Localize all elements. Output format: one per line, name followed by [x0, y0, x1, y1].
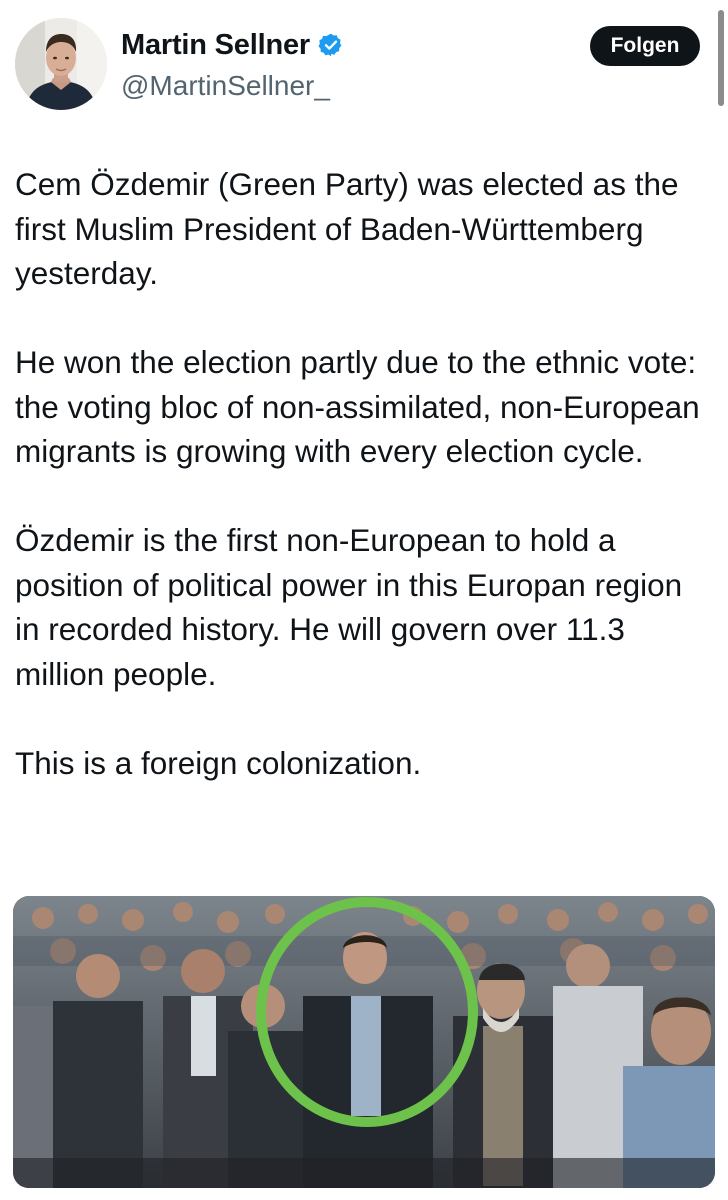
tweet-paragraph: Özdemir is the first non-European to hol…: [15, 522, 683, 692]
tweet-paragraph: Cem Özdemir (Green Party) was elected as…: [15, 166, 679, 291]
author-name-row: Martin Sellner: [121, 28, 344, 62]
avatar[interactable]: [15, 18, 107, 110]
tweet-header: Martin Sellner @MartinSellner_ Folgen: [0, 0, 728, 120]
tweet-paragraph: He won the election partly due to the et…: [15, 344, 700, 469]
scrollbar[interactable]: [718, 10, 724, 106]
author-handle[interactable]: @MartinSellner_: [121, 69, 330, 103]
verified-badge-icon[interactable]: [318, 32, 344, 58]
crowd-photo-icon: [13, 896, 715, 1188]
tweet-body: Cem Özdemir (Green Party) was elected as…: [15, 162, 715, 785]
profile-photo-icon: [15, 18, 107, 110]
follow-button[interactable]: Folgen: [590, 26, 700, 66]
tweet-photo[interactable]: [13, 896, 715, 1188]
author-display-name[interactable]: Martin Sellner: [121, 28, 310, 62]
tweet-paragraph: This is a foreign colonization.: [15, 744, 422, 781]
